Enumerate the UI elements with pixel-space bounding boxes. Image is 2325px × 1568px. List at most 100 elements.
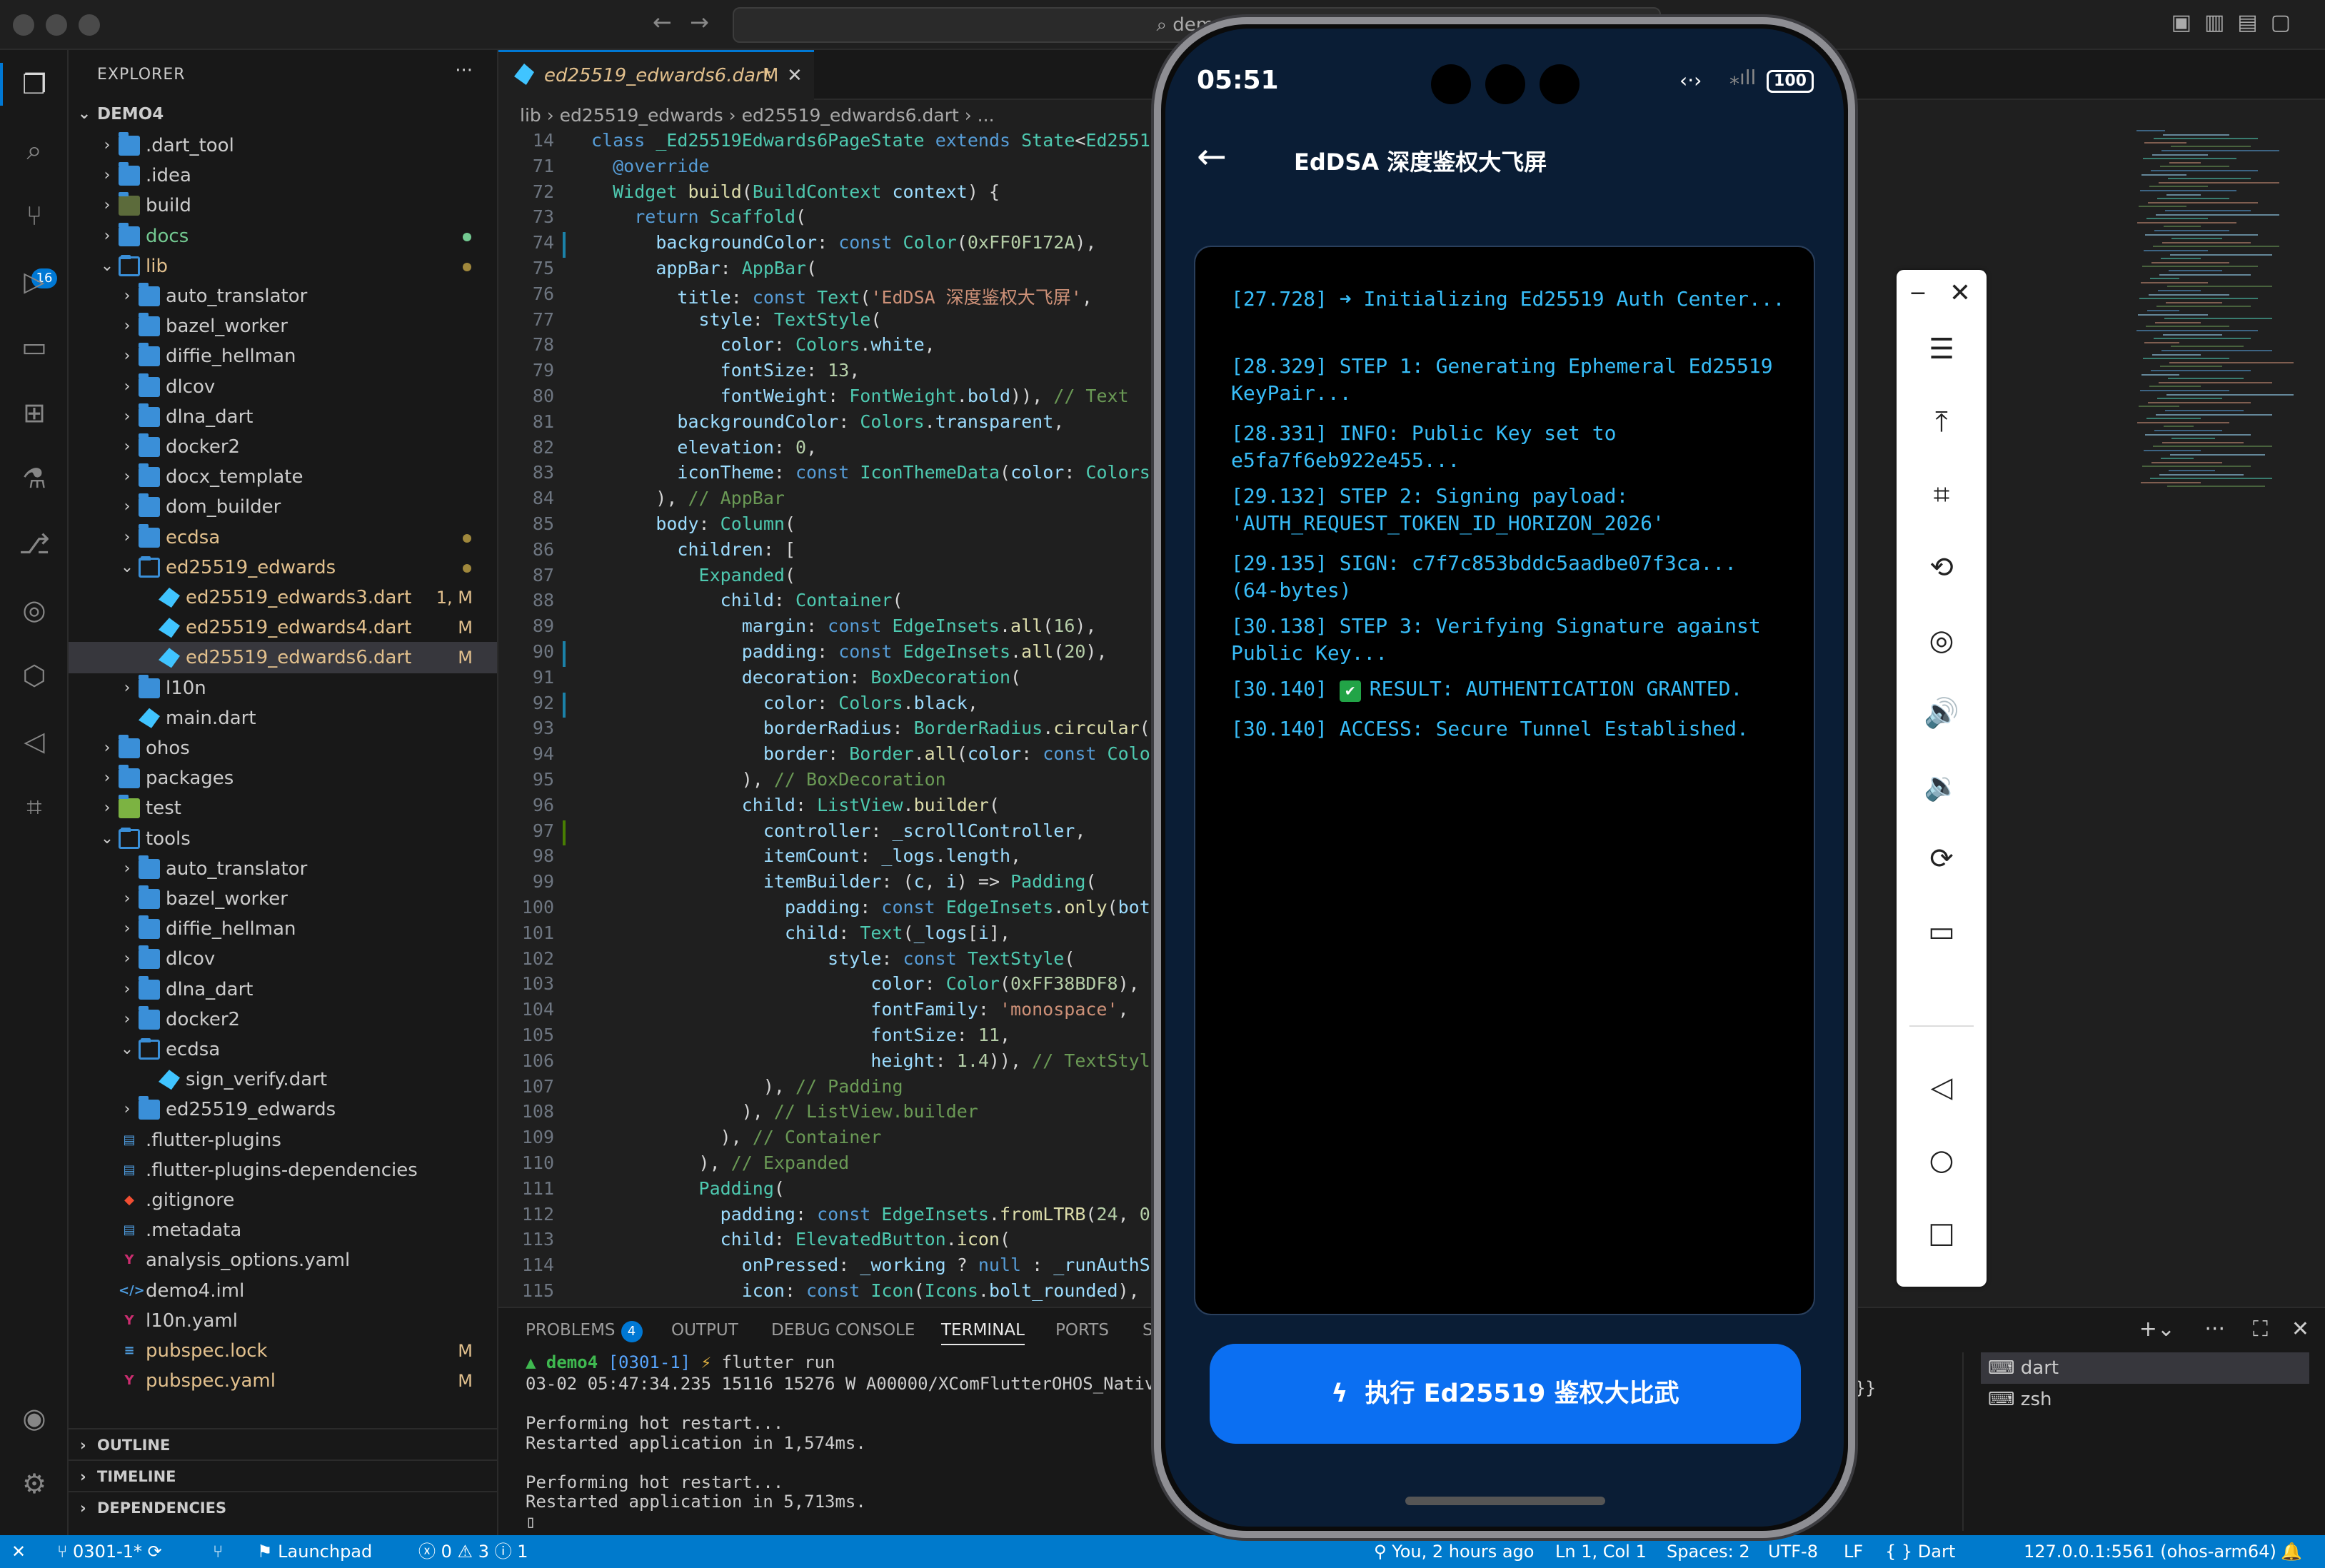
explorer-icon[interactable]: ❐ (16, 66, 53, 103)
tree-item[interactable]: › dlcov (69, 371, 497, 403)
settings-gear-icon[interactable]: ⚙ (16, 1465, 53, 1502)
home-indicator[interactable] (1405, 1497, 1605, 1505)
tree-item[interactable]: › test (69, 793, 497, 824)
end-of-line[interactable]: LF (1844, 1535, 1863, 1568)
close-window-button[interactable] (13, 14, 34, 36)
tree-item[interactable]: </> demo4.iml (69, 1275, 497, 1307)
panel-tab-terminal[interactable]: TERMINAL (941, 1321, 1025, 1345)
containers-icon[interactable]: ⬡ (16, 657, 53, 694)
forward-arrow-icon[interactable]: → (690, 9, 709, 36)
tree-item[interactable]: ▤ .flutter-plugins (69, 1125, 497, 1156)
section-dependencies[interactable]: › DEPENDENCIES (69, 1491, 497, 1522)
tree-item[interactable]: ▤ .metadata (69, 1215, 497, 1246)
cursor-position[interactable]: Ln 1, Col 1 (1555, 1535, 1647, 1568)
notifications-icon[interactable]: 🔔 (2281, 1535, 2302, 1568)
tree-item[interactable]: ⌄ lib (69, 251, 497, 282)
log-panel[interactable]: [27.728] ➜ Initializing Ed25519 Auth Cen… (1194, 246, 1815, 1315)
tree-item[interactable]: › ed25519_edwards (69, 1094, 497, 1125)
code-view[interactable]: 14 class _Ed25519Edwards6PageState extend… (498, 130, 1212, 1307)
close-icon[interactable]: ✕ (1942, 271, 1978, 316)
problems-indicator[interactable]: ⓧ 0 ⚠ 3 ⓘ 1 (418, 1535, 528, 1568)
tree-item[interactable]: › bazel_worker (69, 883, 497, 915)
branch-indicator[interactable]: ⑂ 0301-1* ⟳ (57, 1535, 162, 1568)
section-outline[interactable]: › OUTLINE (69, 1428, 497, 1459)
tree-item[interactable]: main.dart (69, 703, 497, 734)
layout-controls[interactable]: ▣▥▤▢ (2171, 10, 2304, 35)
terminal-list-item-dart[interactable]: ⌨ dart (1981, 1352, 2309, 1384)
indentation[interactable]: Spaces: 2 (1667, 1535, 1750, 1568)
tree-item[interactable]: › dlna_dart (69, 974, 497, 1005)
tree-item[interactable]: ◆ .gitignore (69, 1185, 497, 1216)
close-panel-icon[interactable]: ✕ (2291, 1317, 2309, 1342)
more-actions-icon[interactable]: ··· (455, 60, 473, 81)
minimize-window-button[interactable] (46, 14, 67, 36)
encoding[interactable]: UTF-8 (1768, 1535, 1818, 1568)
screenshot-icon[interactable]: ◎ (1919, 618, 1964, 663)
home-icon[interactable]: ○ (1919, 1138, 1964, 1182)
panel-tab-output[interactable]: OUTPUT (671, 1321, 738, 1340)
flutter-icon[interactable]: ◁ (16, 723, 53, 760)
tree-item[interactable]: › dom_builder (69, 491, 497, 523)
panel-tab-problems[interactable]: PROBLEMS 4 (526, 1321, 643, 1342)
panel-tab-ports[interactable]: PORTS (1055, 1321, 1109, 1340)
breadcrumb-item[interactable]: lib (520, 105, 541, 126)
volume-down-icon[interactable]: 🔉 (1919, 764, 1964, 808)
source-control-icon[interactable]: ⑂ (16, 197, 53, 234)
panel-more-icon[interactable]: ··· (2204, 1317, 2225, 1342)
tree-item[interactable]: › l10n (69, 673, 497, 704)
tree-item[interactable]: ⌄ ecdsa (69, 1034, 497, 1065)
close-tab-icon[interactable]: ✕ (787, 52, 803, 99)
tree-item[interactable]: › diffie_hellman (69, 341, 497, 372)
tree-item[interactable]: › ecdsa (69, 522, 497, 553)
tree-item[interactable]: ed25519_edwards3.dart 1, M (69, 582, 497, 613)
tree-item[interactable]: Ypubspec.yaml M (69, 1365, 497, 1397)
tree-item[interactable]: ⌄ ed25519_edwards (69, 552, 497, 583)
recents-icon[interactable]: □ (1919, 1211, 1964, 1255)
language-mode[interactable]: { } Dart (1885, 1535, 1955, 1568)
breadcrumb-item[interactable]: ... (978, 105, 995, 126)
appbar-back-icon[interactable]: ← (1197, 136, 1227, 177)
remote-indicator-icon[interactable]: ✕ (11, 1535, 26, 1568)
screen-record-icon[interactable]: ⟲ (1919, 546, 1964, 590)
tree-item[interactable]: › docx_template (69, 461, 497, 493)
tree-item[interactable]: › .dart_tool (69, 130, 497, 161)
volume-up-icon[interactable]: 🔊 (1919, 691, 1964, 735)
back-arrow-icon[interactable]: ← (653, 9, 672, 36)
multi-device-icon[interactable]: ▭ (1919, 910, 1964, 954)
tree-item[interactable]: › bazel_worker (69, 311, 497, 342)
minimize-icon[interactable]: − (1904, 271, 1932, 316)
tree-item[interactable]: › docker2 (69, 1004, 497, 1035)
tree-item[interactable]: ⌄ tools (69, 823, 497, 855)
tree-item[interactable]: ed25519_edwards6.dart M (69, 642, 497, 674)
workspace-root[interactable]: ⌄ DEMO4 (69, 99, 497, 130)
launchpad-indicator[interactable]: ⚑ Launchpad (257, 1535, 372, 1568)
breadcrumb-item[interactable]: ed25519_edwards6.dart (742, 105, 959, 126)
device-scan-icon[interactable]: ⌗ (16, 788, 53, 825)
tree-item[interactable]: › dlna_dart (69, 401, 497, 433)
account-icon[interactable]: ◉ (16, 1399, 53, 1437)
breadcrumb-item[interactable]: ed25519_edwards (560, 105, 723, 126)
new-terminal-icon[interactable]: +⌄ (2139, 1317, 2175, 1342)
testing-icon[interactable]: ⚗ (16, 460, 53, 497)
pin-top-icon[interactable]: ⤒ (1919, 400, 1964, 444)
panel-tab-s[interactable]: S (1143, 1321, 1153, 1340)
tree-item[interactable]: ≡ pubspec.lock M (69, 1335, 497, 1367)
maximize-panel-icon[interactable]: ⛶ (2253, 1317, 2268, 1342)
tree-item[interactable]: ▤ .flutter-plugins-dependencies (69, 1155, 497, 1186)
tree-item[interactable]: › dlcov (69, 943, 497, 975)
extensions-icon[interactable]: ⊞ (16, 394, 53, 431)
menu-icon[interactable]: ☰ (1919, 327, 1964, 371)
tree-item[interactable]: › .idea (69, 160, 497, 191)
tree-item[interactable]: › docker2 (69, 431, 497, 463)
tree-item[interactable]: › docs (69, 221, 497, 252)
gitlens-status-icon[interactable]: ⑂ (213, 1535, 223, 1568)
git-graph-icon[interactable]: ⎇ (16, 526, 53, 563)
crop-icon[interactable]: ⌗ (1919, 473, 1964, 517)
minimap[interactable] (2134, 130, 2298, 558)
tree-item[interactable]: › diffie_hellman (69, 913, 497, 945)
tree-item[interactable]: sign_verify.dart (69, 1064, 497, 1095)
remote-explorer-icon[interactable]: ▭ (16, 328, 53, 366)
tree-item[interactable]: ed25519_edwards4.dart M (69, 612, 497, 643)
search-icon[interactable]: ⌕ (16, 131, 53, 169)
blame-indicator[interactable]: ⚲ You, 2 hours ago (1374, 1535, 1534, 1568)
